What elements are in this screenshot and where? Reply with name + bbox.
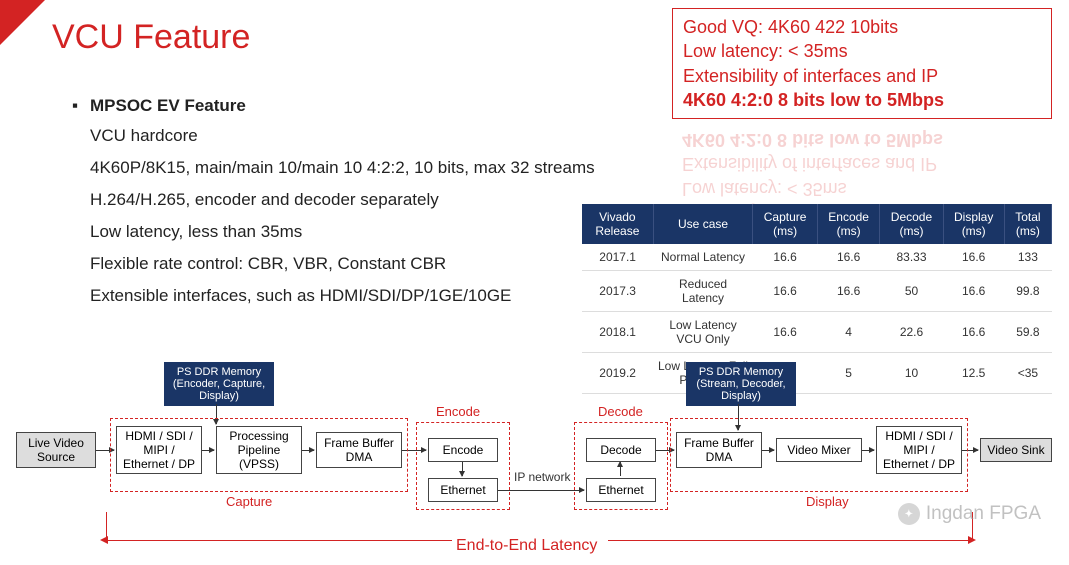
table-cell: 16.6: [817, 244, 880, 271]
ip-network-label: IP network: [514, 470, 570, 484]
capture-label: Capture: [226, 494, 272, 509]
table-cell: 2018.1: [582, 312, 653, 353]
latency-tick: [106, 512, 107, 540]
callout-line: Low latency: < 35ms: [683, 39, 1041, 63]
encode-label: Encode: [436, 404, 480, 419]
th: Display (ms): [943, 204, 1004, 244]
encode-group: [416, 422, 510, 510]
table-cell: 4: [817, 312, 880, 353]
arrow: [498, 490, 584, 491]
ddr-memory-box: PS DDR Memory (Encoder, Capture, Display…: [164, 362, 274, 406]
table-cell: 133: [1004, 244, 1051, 271]
latency-line: [106, 540, 452, 541]
end-to-end-label: End-to-End Latency: [456, 537, 597, 555]
bullet-item: H.264/H.265, encoder and decoder separat…: [90, 190, 595, 210]
ddr-memory-box: PS DDR Memory (Stream, Decoder, Display): [686, 362, 796, 406]
table-cell: 2017.1: [582, 244, 653, 271]
capture-group: [110, 418, 408, 492]
table-cell: 2017.3: [582, 271, 653, 312]
table-cell: 16.6: [943, 271, 1004, 312]
table-cell: 16.6: [817, 271, 880, 312]
latency-line: [608, 540, 972, 541]
pipeline-diagram: PS DDR Memory (Encoder, Capture, Display…: [16, 362, 1054, 557]
th: Use case: [653, 204, 753, 244]
table-cell: Reduced Latency: [653, 271, 753, 312]
source-box: Live Video Source: [16, 432, 96, 468]
table-cell: 59.8: [1004, 312, 1051, 353]
table-cell: 16.6: [753, 271, 818, 312]
th: Capture (ms): [753, 204, 818, 244]
bullet-item: Flexible rate control: CBR, VBR, Constan…: [90, 254, 595, 274]
display-group: [670, 418, 968, 492]
wechat-icon: ✦: [898, 503, 920, 525]
table-cell: 83.33: [880, 244, 943, 271]
sink-box: Video Sink: [980, 438, 1052, 462]
th: Vivado Release: [582, 204, 653, 244]
page-title: VCU Feature: [52, 18, 250, 57]
table-cell: 16.6: [943, 312, 1004, 353]
table-cell: 99.8: [1004, 271, 1051, 312]
callout-line-bold: 4K60 4:2:0 8 bits low to 5Mbps: [683, 88, 1041, 112]
bullet-header: MPSOC EV Feature: [90, 96, 595, 116]
watermark-text: Ingdan FPGA: [926, 503, 1041, 525]
table-cell: 50: [880, 271, 943, 312]
bullet-item: VCU hardcore: [90, 126, 595, 146]
table-row: 2017.3Reduced Latency16.616.65016.699.8: [582, 271, 1052, 312]
callout-box: Good VQ: 4K60 422 10bits Low latency: < …: [672, 8, 1052, 119]
decode-group: [574, 422, 668, 510]
corner-decoration: [0, 0, 45, 45]
table-cell: 16.6: [753, 244, 818, 271]
decode-label: Decode: [598, 404, 643, 419]
callout-line: Extensibility of interfaces and IP: [683, 64, 1041, 88]
display-label: Display: [806, 494, 849, 509]
bullet-item: Extensible interfaces, such as HDMI/SDI/…: [90, 286, 595, 306]
table-cell: Normal Latency: [653, 244, 753, 271]
table-cell: Low Latency VCU Only: [653, 312, 753, 353]
bullet-list: MPSOC EV Feature VCU hardcore 4K60P/8K15…: [90, 96, 595, 318]
table-cell: 16.6: [943, 244, 1004, 271]
bullet-item: Low latency, less than 35ms: [90, 222, 595, 242]
table-cell: 22.6: [880, 312, 943, 353]
watermark: ✦ Ingdan FPGA: [898, 503, 1041, 525]
table-row: 2017.1Normal Latency16.616.683.3316.6133: [582, 244, 1052, 271]
callout-line: Good VQ: 4K60 422 10bits: [683, 15, 1041, 39]
bullet-item: 4K60P/8K15, main/main 10/main 10 4:2:2, …: [90, 158, 595, 178]
th: Decode (ms): [880, 204, 943, 244]
table-cell: 16.6: [753, 312, 818, 353]
th: Encode (ms): [817, 204, 880, 244]
table-row: 2018.1Low Latency VCU Only16.6422.616.65…: [582, 312, 1052, 353]
th: Total (ms): [1004, 204, 1051, 244]
